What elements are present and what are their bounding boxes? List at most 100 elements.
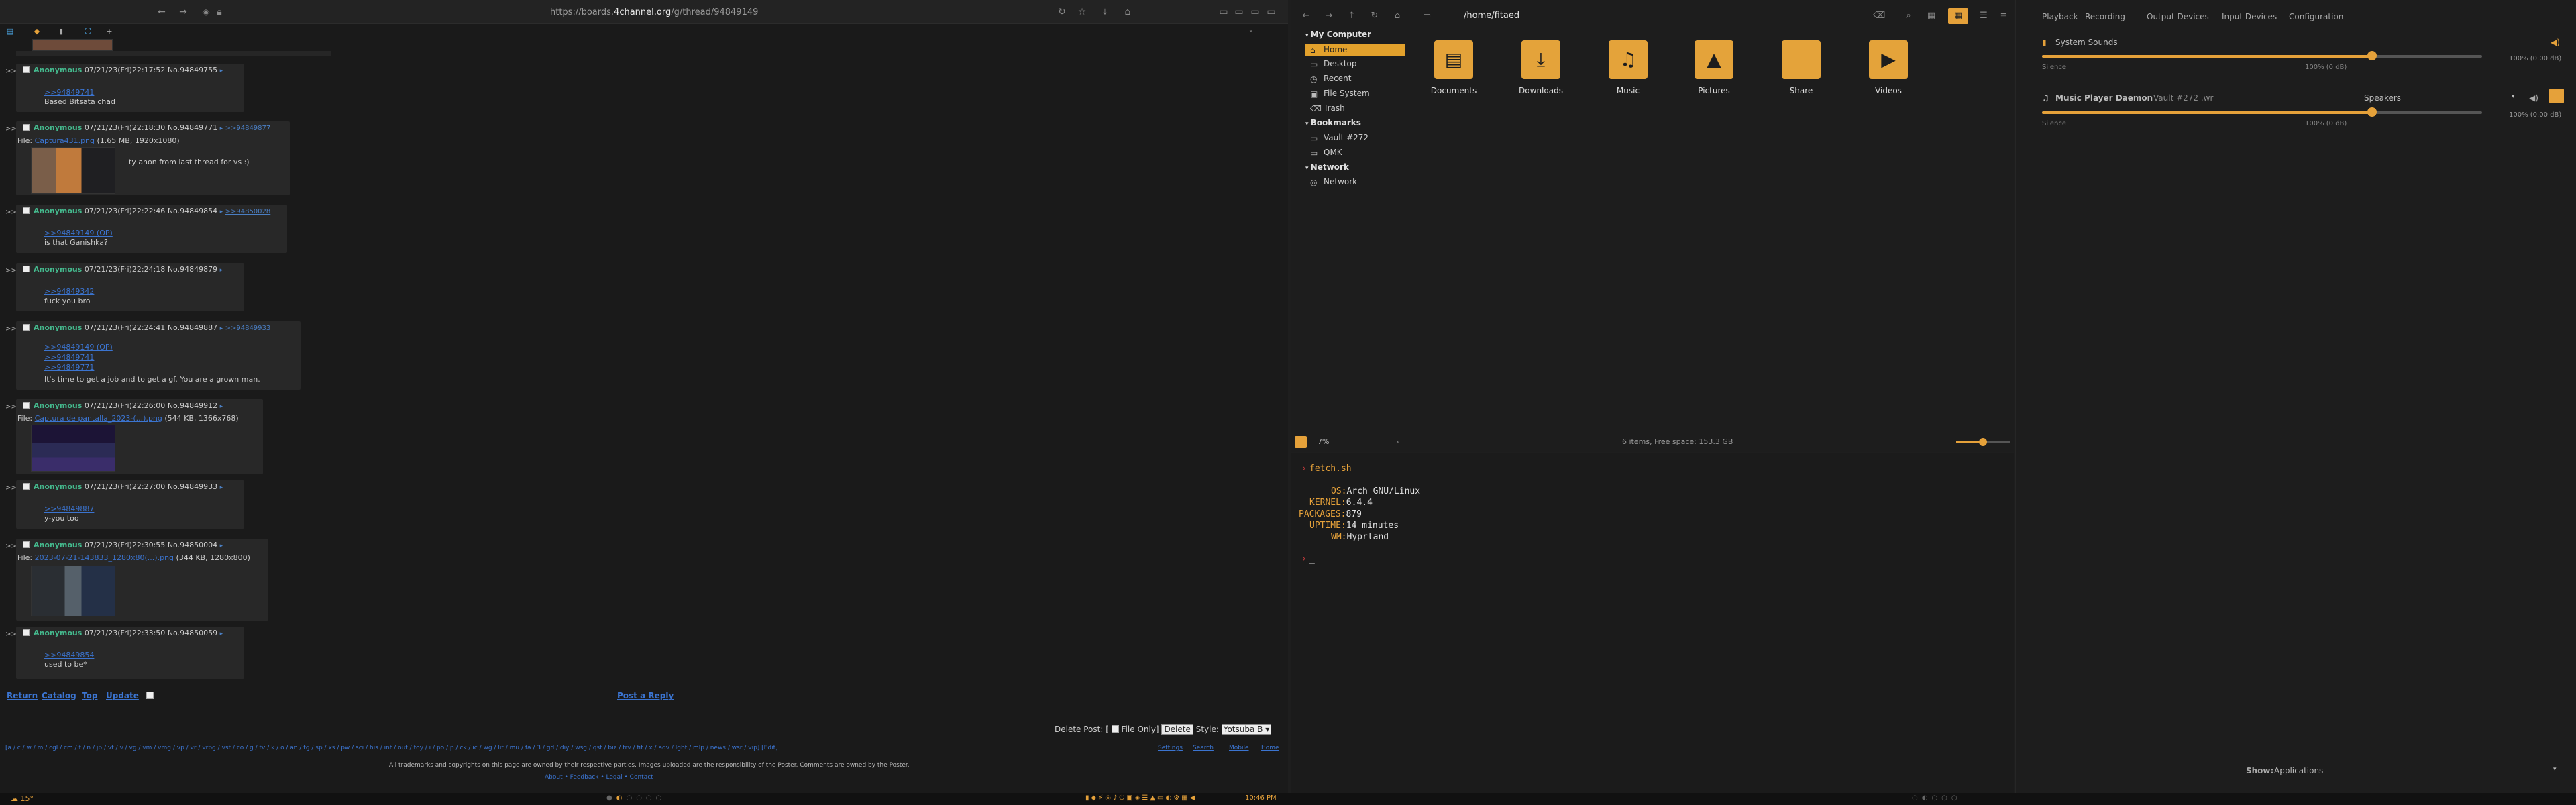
workspace-indicator[interactable]: ●◐○○○○ [606,794,665,802]
grid-view-icon[interactable]: ▦ [1948,8,1968,24]
sidebar-item-qmk[interactable]: ▭ QMK [1305,146,1405,158]
menu-arrow-icon[interactable]: ▸ [220,209,223,215]
post-checkbox[interactable] [23,66,30,73]
sidebar-item-network[interactable]: ◎ Network [1305,176,1405,188]
post-checkbox[interactable] [23,324,30,331]
tab-icon[interactable]: ◆ [32,27,42,36]
post-number[interactable]: No.94849933 [168,482,217,491]
home-icon[interactable]: ⌂ [1391,10,1403,22]
post-number[interactable]: No.94849771 [168,123,217,132]
menu-arrow-icon[interactable]: ▸ [220,631,223,637]
bookmark-star-icon[interactable]: ☆ [1076,6,1088,18]
folder-downloads[interactable]: ⤓ Downloads [1504,35,1578,109]
path-bar[interactable]: /home/fitaed [1464,11,1519,21]
post-number[interactable]: No.94849887 [168,323,217,332]
file-link[interactable]: Captura de pantalla_2023-(...).png [35,414,162,423]
volume-knob[interactable] [2367,107,2377,117]
quote-link[interactable]: >>94849342 [44,287,94,296]
catalog-link[interactable]: Catalog [42,691,76,700]
computer-icon[interactable]: ▭ [1421,10,1433,22]
quote-link[interactable]: >>94849741 [44,88,94,97]
folder-icon[interactable]: ▭ [1233,6,1245,18]
quote-link[interactable]: >>94849771 [44,363,94,372]
post-checkbox[interactable] [23,124,30,131]
folder-icon[interactable]: ▭ [1265,6,1277,18]
post-image-thumbnail[interactable] [31,147,115,194]
update-link[interactable]: Update [106,691,139,700]
file-link[interactable]: Captura431.png [35,136,95,145]
thumbnail[interactable] [32,39,113,51]
menu-arrow-icon[interactable]: ▸ [220,325,223,332]
chevron-down-icon[interactable]: ▾ [2512,93,2515,100]
terminal-window[interactable] [1291,453,2014,793]
sidebar-item-trash[interactable]: ⌫ Trash [1305,102,1405,114]
download-icon[interactable]: ⤓ [1099,6,1111,18]
chevron-down-icon[interactable]: ⌄ [1245,24,1257,36]
show-select[interactable]: Applications [2274,766,2323,775]
sidebar-toggle-icon[interactable] [1295,436,1307,448]
post-number[interactable]: No.94849755 [168,66,217,74]
tab-input-devices[interactable]: Input Devices [2222,12,2277,21]
menu-arrow-icon[interactable]: ▸ [220,403,223,410]
backlink[interactable]: >>94850028 [225,208,271,215]
tab-icon[interactable]: ▮ [56,27,66,36]
reload-icon[interactable]: ↻ [1056,6,1068,18]
sidebar-item-recent[interactable]: ◷ Recent [1305,72,1405,85]
tab-icon[interactable]: ⛶ [83,27,93,36]
post-image-thumbnail[interactable] [31,425,115,472]
file-only-checkbox[interactable] [1111,725,1119,733]
folder-videos[interactable]: ▶ Videos [1851,35,1925,109]
board-list[interactable]: [a / c / w / m / cgl / cm / f / n / jp /… [5,745,945,751]
post-number[interactable]: No.94850004 [168,541,217,549]
home-icon[interactable]: ⌂ [1122,6,1134,18]
folder-music[interactable]: ♫ Music [1591,35,1665,109]
zoom-slider[interactable] [1956,438,2010,446]
backlink[interactable]: >>94849877 [225,125,271,132]
menu-arrow-icon[interactable]: ▸ [220,543,223,549]
settings-link[interactable]: Settings [1158,745,1183,751]
quote-link[interactable]: >>94849887 [44,504,94,513]
url-bar[interactable]: https://boards.4channel.org/g/thread/948… [550,7,758,17]
post-checkbox[interactable] [23,541,30,548]
sidebar-item-vault[interactable]: ▭ Vault #272 [1305,131,1405,144]
tab-icon[interactable]: ▤ [5,27,15,36]
folder-icon[interactable]: ▭ [1249,6,1261,18]
volume-slider[interactable] [2042,51,2482,60]
top-link[interactable]: Top [82,691,97,700]
post-number[interactable]: No.94850059 [168,629,217,637]
post-checkbox[interactable] [23,266,30,272]
auto-update-checkbox[interactable] [146,692,154,699]
back-icon[interactable]: ← [156,6,168,18]
tray-icons[interactable]: ▮◆⚡◎♪⏻▣◈☰▲▭◐⚙▦◀ [1085,794,1197,802]
menu-arrow-icon[interactable]: ▸ [220,267,223,274]
list-view-icon[interactable]: ☰ [1978,10,1990,22]
workspace-indicator[interactable]: ○◐○○○ [1912,794,1962,802]
folder-share[interactable]: Share [1764,35,1838,109]
post-number[interactable]: No.94849912 [168,401,217,410]
file-link[interactable]: 2023-07-21-143833_1280x80(...).png [35,553,174,562]
icon-view-icon[interactable]: ▦ [1925,10,1937,22]
quote-link[interactable]: >>94849741 [44,353,94,362]
lock-channels-icon[interactable] [2549,89,2564,103]
quote-link[interactable]: >>94849854 [44,651,94,659]
reload-icon[interactable]: ↻ [1368,10,1381,22]
new-tab-icon[interactable]: + [105,27,114,36]
post-checkbox[interactable] [23,629,30,636]
up-icon[interactable]: ↑ [1346,10,1358,22]
back-icon[interactable]: ← [1300,10,1312,22]
post-reply-link[interactable]: Post a Reply [617,691,674,700]
delete-button[interactable]: Delete [1161,724,1193,735]
tab-configuration[interactable]: Configuration [2289,12,2343,21]
menu-arrow-icon[interactable]: ▸ [220,484,223,491]
sidebar-item-desktop[interactable]: ▭ Desktop [1305,58,1405,70]
footer-links[interactable]: About • Feedback • Legal • Contact [545,774,653,781]
menu-arrow-icon[interactable]: ▸ [220,125,223,132]
search-link[interactable]: Search [1193,745,1214,751]
tab-playback[interactable]: Playback [2042,12,2078,21]
volume-slider[interactable] [2042,107,2482,117]
forward-icon[interactable]: → [177,6,189,18]
post-number[interactable]: No.94849854 [168,207,217,215]
post-checkbox[interactable] [23,483,30,490]
clear-path-icon[interactable]: ⌫ [1873,10,1885,22]
folder-pictures[interactable]: ▲ Pictures [1677,35,1751,109]
